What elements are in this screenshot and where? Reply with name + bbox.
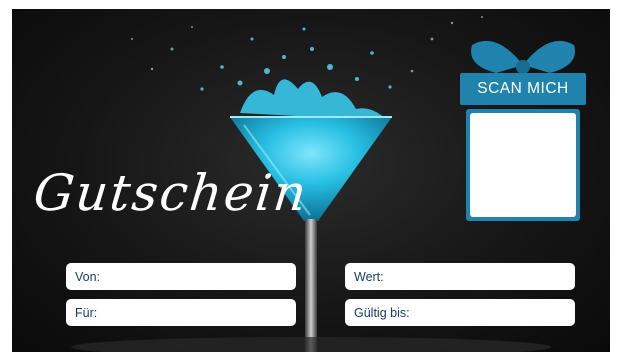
voucher-title: Gutschein	[30, 164, 311, 222]
for-field-label: Für:	[75, 305, 98, 320]
voucher-page: Gutschein SCAN MICH Von: Für: Wert: Gült…	[0, 0, 617, 352]
from-field[interactable]: Von:	[66, 263, 296, 290]
valid-until-field-label: Gültig bis:	[354, 305, 410, 320]
value-field-label: Wert:	[354, 269, 384, 284]
value-field[interactable]: Wert:	[345, 263, 575, 290]
qr-code-area	[470, 113, 576, 217]
for-field[interactable]: Für:	[66, 299, 296, 326]
voucher-card: Gutschein SCAN MICH Von: Für: Wert: Gült…	[12, 9, 610, 352]
splash-droplets	[200, 27, 392, 91]
valid-until-field[interactable]: Gültig bis:	[345, 299, 575, 326]
scan-me-label: SCAN MICH	[477, 80, 569, 97]
from-field-label: Von:	[75, 269, 101, 284]
